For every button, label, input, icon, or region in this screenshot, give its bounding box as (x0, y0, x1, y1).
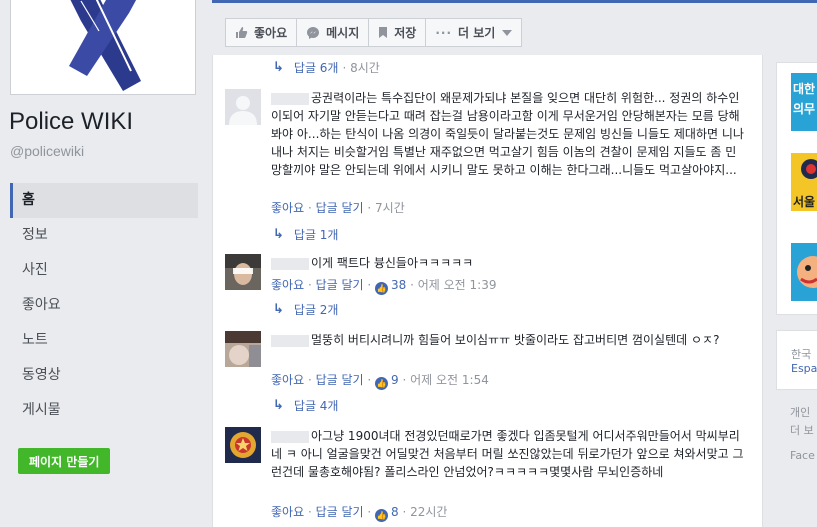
comment-like-link[interactable]: 좋아요 (271, 505, 304, 519)
comment-time[interactable]: 22시간 (410, 505, 447, 519)
reply-thread-link[interactable]: ↳ 답글 2개 (273, 301, 338, 318)
commenter-name-redacted[interactable] (271, 430, 309, 443)
thumbs-up-icon (236, 27, 248, 38)
page-handle[interactable]: @policewiki (10, 143, 84, 159)
mascot-icon (797, 256, 817, 288)
footer-more-link[interactable]: 더 보 (790, 422, 814, 438)
reply-count: 답글 1개 (293, 228, 339, 242)
more-button[interactable]: ··· 더 보기 (425, 18, 523, 47)
create-page-button[interactable]: 페이지 만들기 (18, 448, 111, 474)
comment-reply-link[interactable]: 답글 달기 (316, 278, 364, 292)
like-reaction-icon: 👍 (375, 377, 389, 390)
comment-actions: 좋아요 · 답글 달기 · 👍 9 · 어제 오전 1:54 (271, 373, 489, 390)
reply-thread-link[interactable]: ↳ 답글 6개 · 8시간 (273, 59, 380, 76)
reply-thread-link[interactable]: ↳ 답글 4개 (273, 397, 338, 414)
reply-time: · 8시간 (342, 61, 380, 75)
message-label: 메시지 (326, 26, 360, 40)
like-reaction-icon: 👍 (375, 282, 389, 295)
more-dots-icon: ··· (435, 25, 453, 40)
default-avatar-icon (225, 89, 261, 125)
nav-item-posts[interactable]: 게시물 (10, 393, 198, 428)
language-spanish[interactable]: Espa (791, 362, 817, 375)
profile-picture[interactable] (10, 0, 196, 95)
save-label: 저장 (394, 26, 417, 40)
comment-time[interactable]: 7시간 (375, 201, 405, 215)
avatar[interactable] (225, 89, 261, 125)
right-column: 대한 의무 서울 한국 Espa 개인 더 보 Face (776, 62, 817, 527)
commenter-name-redacted[interactable] (271, 257, 309, 270)
language-korean[interactable]: 한국 (791, 346, 811, 362)
user-photo-icon (225, 254, 261, 290)
comment-actions: 좋아요 · 답글 달기 · 7시간 (271, 201, 405, 215)
nav-item-home[interactable]: 홈 (10, 183, 198, 218)
commenter-name-redacted[interactable] (271, 334, 309, 347)
more-label: 더 보기 (458, 26, 496, 40)
messenger-icon (307, 26, 320, 39)
like-reaction-icon: 👍 (375, 509, 389, 522)
comment-text: 공권력이라는 특수집단이 왜문제가되냐 본질을 잊으면 대단히 위험한... 정… (271, 91, 744, 177)
comment-time[interactable]: 어제 오전 1:39 (418, 278, 497, 292)
comment-like-link[interactable]: 좋아요 (271, 201, 304, 215)
page-title: Police WIKI (9, 108, 134, 135)
related-page-thumb[interactable] (791, 243, 817, 301)
comment-reply-link[interactable]: 답글 달기 (316, 505, 364, 519)
nav-item-likes[interactable]: 좋아요 (10, 288, 198, 323)
related-page-thumb[interactable]: 대한 의무 (791, 73, 817, 131)
page-nav: 홈 정보 사진 좋아요 노트 동영상 게시물 (10, 183, 198, 428)
reply-arrow-icon: ↳ (273, 60, 284, 75)
reply-count: 답글 4개 (293, 399, 339, 413)
police-badge-icon (225, 427, 261, 463)
comment-actions: 좋아요 · 답글 달기 · 👍 38 · 어제 오전 1:39 (271, 278, 497, 295)
comments-feed: ↳ 답글 6개 · 8시간 공권력이라는 특수집단이 왜문제가되냐 본질을 잊으… (212, 55, 763, 527)
comment-text: 멀뚱히 버티시려니까 힘들어 보이심ㅠㅠ 밧줄이라도 잡고버티면 껌이실텐데 ㅇ… (271, 331, 746, 349)
action-bar: 좋아요 메시지 저장 ··· 더 보기 (225, 18, 523, 47)
comment-reply-link[interactable]: 답글 달기 (316, 373, 364, 387)
comment-actions: 좋아요 · 답글 달기 · 👍 8 · 22시간 (271, 505, 448, 522)
comment-reply-link[interactable]: 답글 달기 (316, 201, 364, 215)
comment-time[interactable]: 어제 오전 1:54 (410, 373, 489, 387)
reply-arrow-icon: ↳ (273, 302, 284, 317)
bookmark-icon (379, 27, 388, 38)
ribbon-logo-icon (11, 0, 195, 94)
reply-arrow-icon: ↳ (273, 227, 284, 242)
footer-facebook: Face (790, 449, 815, 462)
comment-text: 아그냥 1900녀대 전경있던때로가면 좋겠다 입좀못털게 어디서주워만들어서 … (271, 429, 744, 479)
like-page-button[interactable]: 좋아요 (225, 18, 298, 47)
comment-like-link[interactable]: 좋아요 (271, 278, 304, 292)
comment-like-link[interactable]: 좋아요 (271, 373, 304, 387)
user-photo-icon (225, 331, 261, 367)
reaction-count[interactable]: 9 (391, 373, 399, 387)
related-page-text: 대한 의무 (793, 82, 816, 116)
like-page-label: 좋아요 (254, 26, 288, 40)
comment-text: 이게 팩트다 븅신들아ㅋㅋㅋㅋㅋ (271, 254, 746, 272)
related-pages-card: 대한 의무 서울 (776, 62, 817, 315)
police-emblem-icon (801, 159, 817, 179)
footer-privacy-link[interactable]: 개인 (790, 404, 810, 420)
related-page-thumb[interactable]: 서울 (791, 153, 817, 211)
left-column: Police WIKI @policewiki 홈 정보 사진 좋아요 노트 동… (0, 0, 212, 527)
commenter-name-redacted[interactable] (271, 92, 309, 105)
message-button[interactable]: 메시지 (296, 18, 370, 47)
reply-arrow-icon: ↳ (273, 398, 284, 413)
language-card: 한국 Espa (776, 330, 817, 390)
reaction-count[interactable]: 8 (391, 505, 399, 519)
related-page-text: 서울 (793, 195, 816, 209)
reply-count: 답글 6개 (293, 61, 339, 75)
nav-item-videos[interactable]: 동영상 (10, 358, 198, 393)
nav-item-photos[interactable]: 사진 (10, 253, 198, 288)
nav-item-notes[interactable]: 노트 (10, 323, 198, 358)
reply-thread-link[interactable]: ↳ 답글 1개 (273, 226, 338, 243)
reply-count: 답글 2개 (293, 303, 339, 317)
avatar[interactable] (225, 254, 261, 290)
reaction-count[interactable]: 38 (391, 278, 406, 292)
avatar[interactable] (225, 427, 261, 463)
chevron-down-icon (502, 29, 513, 36)
avatar[interactable] (225, 331, 261, 367)
save-button[interactable]: 저장 (368, 18, 427, 47)
nav-item-info[interactable]: 정보 (10, 218, 198, 253)
